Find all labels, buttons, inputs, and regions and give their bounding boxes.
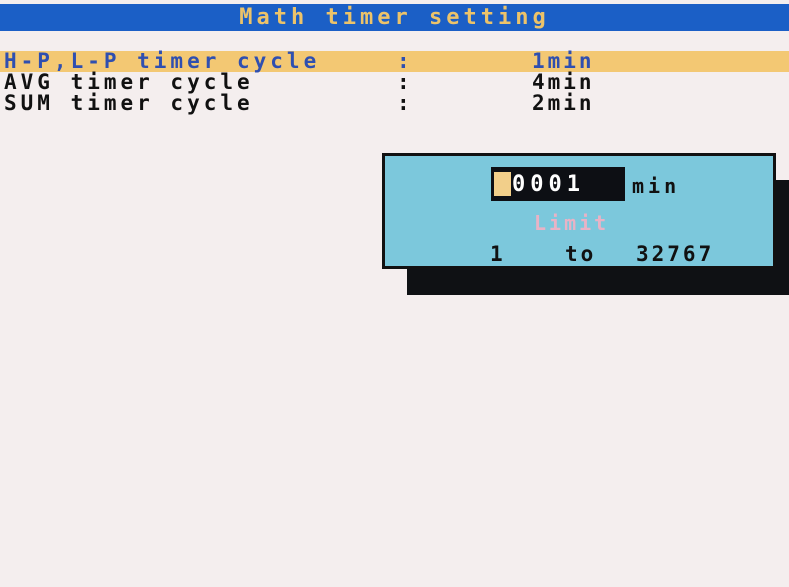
screen-title: Math timer setting	[239, 5, 550, 30]
setting-value: 1min	[532, 49, 595, 73]
title-bar: Math timer setting	[0, 4, 789, 31]
setting-row-hp-lp-timer-cycle[interactable]: H-P,L-P timer cycle : 1min	[0, 51, 789, 72]
setting-value: 4min	[532, 70, 595, 94]
text-cursor	[494, 172, 511, 196]
setting-value: 2min	[532, 91, 595, 115]
setting-colon: :	[397, 91, 410, 115]
setting-row-sum-timer-cycle[interactable]: SUM timer cycle : 2min	[0, 93, 789, 114]
setting-row-avg-timer-cycle[interactable]: AVG timer cycle : 4min	[0, 72, 789, 93]
range-min-value: 1	[490, 242, 503, 266]
setting-label: AVG timer cycle	[4, 70, 254, 94]
timer-value-digits: 0001	[512, 171, 585, 197]
setting-colon: :	[397, 70, 410, 94]
unit-label: min	[632, 174, 681, 198]
range-to-label: to	[565, 242, 597, 266]
setting-label: SUM timer cycle	[4, 91, 254, 115]
value-entry-dialog: 0001 min Limit 1 to 32767	[382, 153, 776, 269]
timer-value-input[interactable]: 0001	[491, 167, 625, 201]
setting-colon: :	[397, 49, 410, 73]
range-max-value: 32767	[636, 242, 715, 266]
setting-label: H-P,L-P timer cycle	[4, 49, 321, 73]
limit-label: Limit	[534, 211, 610, 235]
